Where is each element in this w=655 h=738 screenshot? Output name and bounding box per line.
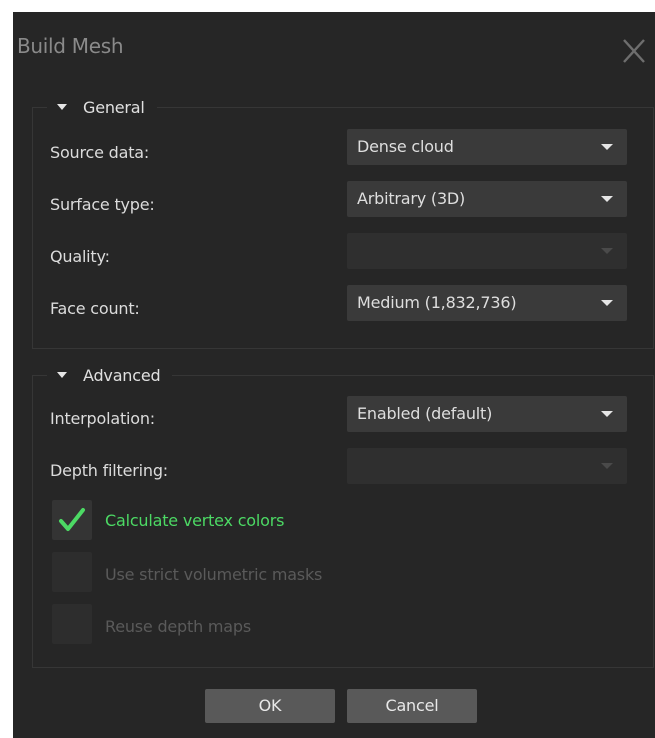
source-data-label: Source data:	[50, 143, 150, 162]
reuse-depth-maps-checkbox	[52, 604, 92, 644]
calculate-vertex-colors-label[interactable]: Calculate vertex colors	[105, 511, 284, 531]
chevron-down-icon	[601, 300, 613, 306]
interpolation-select[interactable]: Enabled (default)	[347, 396, 627, 432]
reuse-depth-maps-label: Reuse depth maps	[105, 617, 251, 636]
general-group-header[interactable]: General	[47, 94, 157, 120]
use-strict-volumetric-masks-checkbox	[52, 552, 92, 592]
face-count-value: Medium (1,832,736)	[357, 293, 517, 312]
chevron-down-icon	[601, 196, 613, 202]
advanced-group-title: Advanced	[83, 365, 161, 385]
advanced-group-header[interactable]: Advanced	[47, 362, 173, 388]
calculate-vertex-colors-checkbox[interactable]	[52, 500, 92, 540]
build-mesh-dialog: Build Mesh General Source data: Dense cl…	[13, 12, 655, 738]
source-data-select[interactable]: Dense cloud	[347, 129, 627, 165]
dialog-title: Build Mesh	[17, 34, 124, 58]
interpolation-value: Enabled (default)	[357, 404, 493, 423]
checkmark-icon	[59, 508, 85, 531]
quality-select	[347, 233, 627, 269]
depth-filtering-select	[347, 448, 627, 484]
depth-filtering-label: Depth filtering:	[50, 461, 168, 480]
close-icon[interactable]	[619, 38, 649, 64]
chevron-down-icon	[601, 144, 613, 150]
face-count-label: Face count:	[50, 299, 140, 318]
chevron-down-icon	[601, 248, 613, 254]
chevron-down-icon	[601, 411, 613, 417]
surface-type-value: Arbitrary (3D)	[357, 189, 466, 208]
interpolation-label: Interpolation:	[50, 409, 155, 428]
quality-label: Quality:	[50, 247, 110, 266]
general-group-title: General	[83, 97, 145, 117]
face-count-select[interactable]: Medium (1,832,736)	[347, 285, 627, 321]
use-strict-volumetric-masks-label: Use strict volumetric masks	[105, 565, 323, 584]
source-data-value: Dense cloud	[357, 137, 454, 156]
cancel-button[interactable]: Cancel	[347, 689, 477, 723]
ok-button[interactable]: OK	[205, 689, 335, 723]
surface-type-select[interactable]: Arbitrary (3D)	[347, 181, 627, 217]
caret-down-icon	[57, 104, 67, 110]
chevron-down-icon	[601, 463, 613, 469]
surface-type-label: Surface type:	[50, 195, 155, 214]
caret-down-icon	[57, 372, 67, 378]
